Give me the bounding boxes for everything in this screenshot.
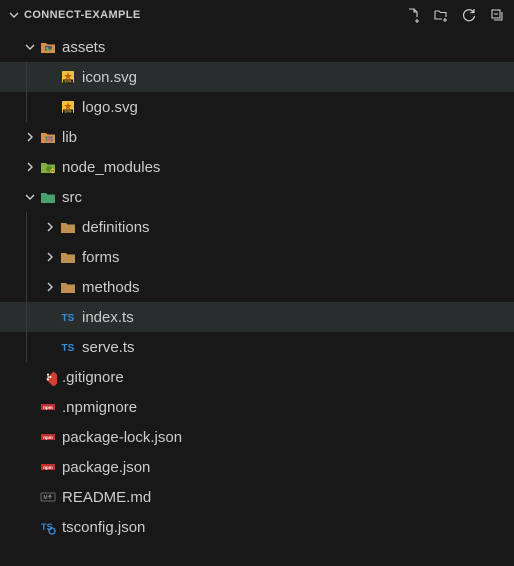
svg-text:TS: TS — [41, 522, 53, 532]
folder-label: methods — [82, 279, 140, 296]
chevron-right-icon[interactable] — [22, 161, 38, 173]
svg-text:SVG: SVG — [64, 80, 72, 84]
collapse-all-icon[interactable] — [488, 6, 506, 24]
svg-file-icon: SVG — [58, 67, 78, 87]
file-row[interactable]: SVG logo.svg — [0, 92, 514, 122]
file-label: .gitignore — [62, 369, 124, 386]
file-row[interactable]: npm package-lock.json — [0, 422, 514, 452]
svg-text:npm: npm — [43, 465, 53, 470]
svg-text:JS: JS — [51, 169, 55, 173]
file-label: package.json — [62, 459, 150, 476]
tsconf-file-icon: TS — [38, 517, 58, 537]
new-folder-icon[interactable] — [432, 6, 450, 24]
explorer-header: CONNECT-EXAMPLE — [0, 0, 514, 30]
folder-label: forms — [82, 249, 120, 266]
file-label: logo.svg — [82, 99, 138, 116]
folder-row[interactable]: forms — [0, 242, 514, 272]
chevron-right-icon[interactable] — [42, 221, 58, 233]
chevron-down-icon[interactable] — [22, 191, 38, 203]
file-row[interactable]: M README.md — [0, 482, 514, 512]
svg-file-icon: SVG — [58, 97, 78, 117]
file-row[interactable]: SVG icon.svg — [0, 62, 514, 92]
folder-row[interactable]: JS node_modules — [0, 152, 514, 182]
folder-label: src — [62, 189, 82, 206]
svg-text:TS: TS — [62, 343, 75, 354]
npm-file-icon: npm — [38, 457, 58, 477]
npm-file-icon: npm — [38, 427, 58, 447]
folder-row[interactable]: assets — [0, 32, 514, 62]
file-label: README.md — [62, 489, 151, 506]
file-row[interactable]: npm package.json — [0, 452, 514, 482]
chevron-right-icon[interactable] — [42, 281, 58, 293]
chevron-right-icon[interactable] — [22, 131, 38, 143]
file-label: .npmignore — [62, 399, 137, 416]
npm-file-icon: npm — [38, 397, 58, 417]
ts-file-icon: TS — [58, 337, 78, 357]
file-label: icon.svg — [82, 69, 137, 86]
md-file-icon: M — [38, 487, 58, 507]
svg-text:npm: npm — [43, 405, 53, 410]
generic-folder-icon — [58, 217, 78, 237]
svg-text:npm: npm — [43, 435, 53, 440]
svg-text:M: M — [43, 495, 47, 501]
chevron-down-icon[interactable] — [22, 41, 38, 53]
src-folder-icon — [38, 187, 58, 207]
assets-folder-icon — [38, 37, 58, 57]
file-row[interactable]: TS tsconfig.json — [0, 512, 514, 542]
folder-row[interactable]: methods — [0, 272, 514, 302]
file-row[interactable]: TS index.ts — [0, 302, 514, 332]
file-row[interactable]: TS serve.ts — [0, 332, 514, 362]
file-row[interactable]: npm .npmignore — [0, 392, 514, 422]
svg-text:SVG: SVG — [64, 110, 72, 114]
folder-row[interactable]: definitions — [0, 212, 514, 242]
folder-label: node_modules — [62, 159, 160, 176]
chevron-right-icon[interactable] — [42, 251, 58, 263]
svg-text:TS: TS — [62, 313, 75, 324]
file-label: tsconfig.json — [62, 519, 145, 536]
folder-label: definitions — [82, 219, 150, 236]
folder-row[interactable]: lib — [0, 122, 514, 152]
generic-folder-icon — [58, 277, 78, 297]
header-actions — [404, 6, 506, 24]
new-file-icon[interactable] — [404, 6, 422, 24]
file-label: index.ts — [82, 309, 134, 326]
file-explorer: { "header": { "title": "CONNECT-EXAMPLE"… — [0, 0, 514, 566]
chevron-down-icon[interactable] — [6, 9, 22, 21]
generic-folder-icon — [58, 247, 78, 267]
folder-row[interactable]: src — [0, 182, 514, 212]
project-title: CONNECT-EXAMPLE — [24, 9, 404, 21]
git-file-icon — [38, 367, 58, 387]
node-folder-icon: JS — [38, 157, 58, 177]
ts-file-icon: TS — [58, 307, 78, 327]
file-tree: assets SVG icon.svg SVG logo.svg lib JS node_mo… — [0, 30, 514, 542]
folder-label: assets — [62, 39, 105, 56]
file-row[interactable]: .gitignore — [0, 362, 514, 392]
lib-folder-icon — [38, 127, 58, 147]
file-label: serve.ts — [82, 339, 135, 356]
refresh-icon[interactable] — [460, 6, 478, 24]
folder-label: lib — [62, 129, 77, 146]
file-label: package-lock.json — [62, 429, 182, 446]
